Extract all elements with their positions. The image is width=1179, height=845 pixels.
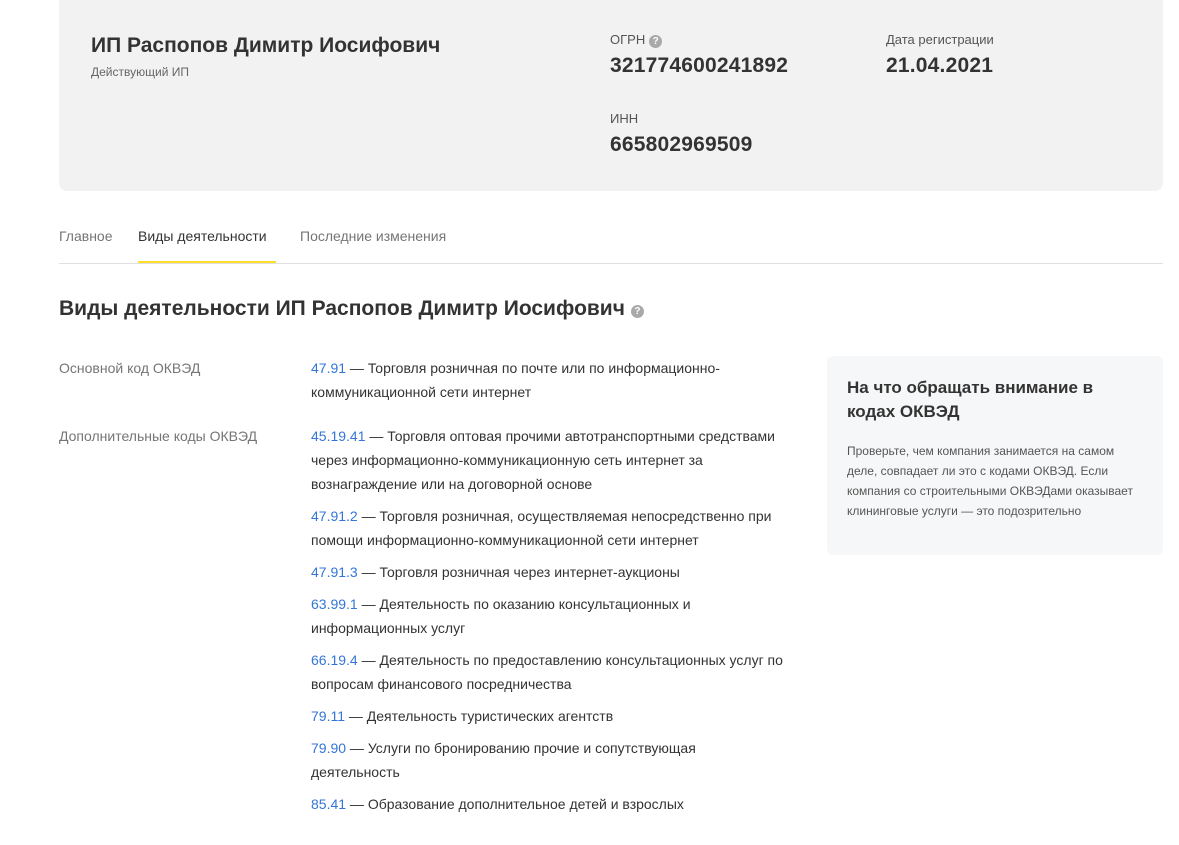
reg-date-value: 21.04.2021 bbox=[886, 54, 994, 77]
okved-code-link[interactable]: 66.19.4 bbox=[311, 652, 358, 668]
list-item: 79.90 — Услуги по бронированию прочие и … bbox=[311, 736, 786, 784]
list-item: 45.19.41 — Торговля оптовая прочими авто… bbox=[311, 424, 786, 496]
okved-description: — Торговля розничная, осуществляемая неп… bbox=[311, 508, 772, 548]
tab-recent-changes[interactable]: Последние изменения bbox=[300, 228, 446, 244]
tip-title: На что обращать внимание в кодах ОКВЭД bbox=[847, 378, 1094, 421]
tab-main[interactable]: Главное bbox=[59, 228, 113, 244]
okved-code-link[interactable]: 79.90 bbox=[311, 740, 346, 756]
section-title-row: Виды деятельности ИП Распопов Димитр Иос… bbox=[59, 297, 644, 321]
section-title: Виды деятельности ИП Распопов Димитр Иос… bbox=[59, 297, 625, 320]
list-item: 63.99.1 — Деятельность по оказанию консу… bbox=[311, 592, 786, 640]
ogrn-label-row: ОГРН? bbox=[610, 32, 663, 48]
inn-label: ИНН bbox=[610, 111, 639, 126]
list-item: 85.41 — Образование дополнительное детей… bbox=[311, 792, 786, 816]
main-code-label: Основной код ОКВЭД bbox=[59, 360, 201, 376]
list-item: 47.91 — Торговля розничная по почте или … bbox=[311, 356, 786, 404]
okved-description: — Деятельность по предоставлению консуль… bbox=[311, 652, 783, 692]
okved-code-link[interactable]: 45.19.41 bbox=[311, 428, 366, 444]
ogrn-value: 321774600241892 bbox=[610, 54, 789, 77]
ogrn-label: ОГРН bbox=[610, 32, 646, 47]
reg-date-label: Дата регистрации bbox=[886, 32, 994, 47]
okved-description: — Образование дополнительное детей и взр… bbox=[346, 796, 684, 812]
okved-code-link[interactable]: 63.99.1 bbox=[311, 596, 358, 612]
okved-description: — Торговля розничная через интернет-аукц… bbox=[357, 564, 680, 580]
additional-codes-label: Дополнительные коды ОКВЭД bbox=[59, 428, 258, 444]
okved-description: — Торговля оптовая прочими автотранспорт… bbox=[311, 428, 775, 492]
tabs-bar: Главное Виды деятельности Последние изме… bbox=[59, 212, 1163, 264]
company-status: Действующий ИП bbox=[91, 65, 189, 79]
okved-code-link[interactable]: 47.91.2 bbox=[311, 508, 358, 524]
okved-code-link[interactable]: 47.91 bbox=[311, 360, 346, 376]
list-item: 66.19.4 — Деятельность по предоставлению… bbox=[311, 648, 786, 696]
active-tab-indicator bbox=[138, 261, 276, 263]
help-icon[interactable]: ? bbox=[630, 305, 644, 318]
company-name: ИП Распопов Димитр Иосифович bbox=[91, 34, 441, 57]
company-header-card: ИП Распопов Димитр Иосифович Действующий… bbox=[59, 0, 1163, 191]
okved-code-link[interactable]: 47.91.3 bbox=[311, 564, 358, 580]
okved-description: — Деятельность по оказанию консультацион… bbox=[311, 596, 691, 636]
main-code-list: 47.91 — Торговля розничная по почте или … bbox=[311, 356, 786, 412]
list-item: 47.91.2 — Торговля розничная, осуществля… bbox=[311, 504, 786, 552]
additional-codes-list: 45.19.41 — Торговля оптовая прочими авто… bbox=[311, 424, 786, 824]
help-icon[interactable]: ? bbox=[649, 35, 663, 48]
okved-code-link[interactable]: 85.41 bbox=[311, 796, 346, 812]
tab-activities[interactable]: Виды деятельности bbox=[138, 228, 267, 244]
tip-text: Проверьте, чем компания занимается на са… bbox=[847, 444, 1133, 518]
okved-description: — Торговля розничная по почте или по инф… bbox=[311, 360, 720, 400]
list-item: 79.11 — Деятельность туристических агент… bbox=[311, 704, 786, 728]
okved-description: — Услуги по бронированию прочие и сопутс… bbox=[311, 740, 696, 780]
okved-description: — Деятельность туристических агентств bbox=[345, 708, 614, 724]
list-item: 47.91.3 — Торговля розничная через интер… bbox=[311, 560, 786, 584]
okved-code-link[interactable]: 79.11 bbox=[311, 708, 345, 724]
inn-value: 665802969509 bbox=[610, 133, 753, 156]
okved-tip-card: На что обращать внимание в кодах ОКВЭД П… bbox=[827, 356, 1163, 555]
